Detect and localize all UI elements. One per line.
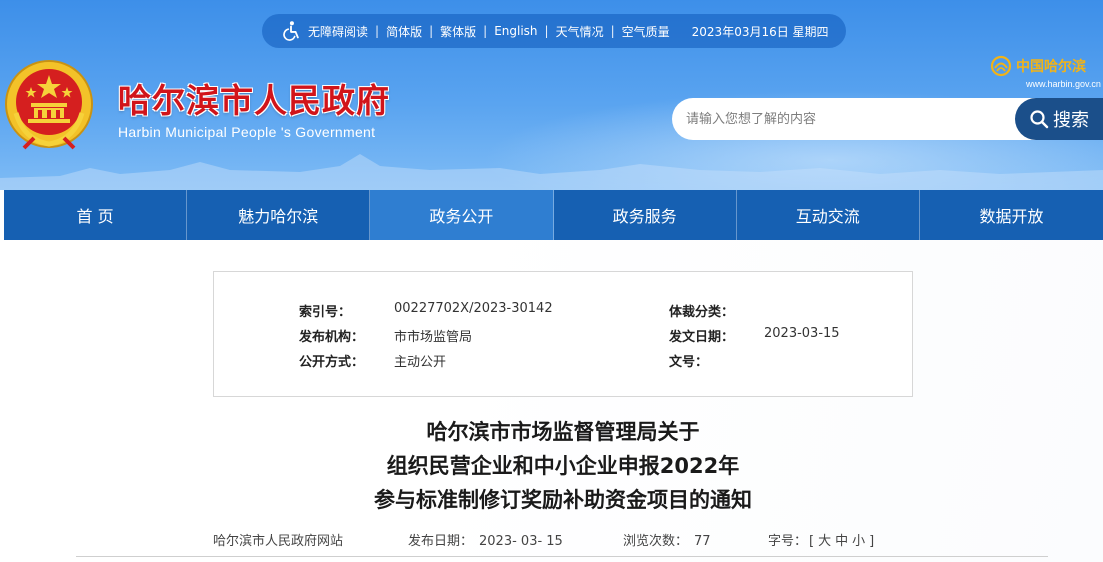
site-header: 无障碍阅读 | 简体版 | 繁体版 | English | 天气情况 | 空气质… <box>0 0 1103 190</box>
doc-date-label: 发文日期： <box>669 330 735 345</box>
harbin-brand-logo[interactable]: 中国哈尔滨 <box>990 55 1086 77</box>
topbar-separator: | <box>544 24 549 38</box>
topbar-accessibility-link[interactable]: 无障碍阅读 <box>308 23 368 40</box>
font-size-large[interactable]: 大 <box>818 534 831 549</box>
topbar-weather-link[interactable]: 天气情况 <box>556 23 604 40</box>
topbar-english-link[interactable]: English <box>494 24 537 38</box>
divider <box>76 556 1048 557</box>
nav-item-interaction[interactable]: 互动交流 <box>737 190 920 240</box>
publisher-value: 市市场监管局 <box>394 330 473 345</box>
view-count-value: 77 <box>694 534 711 549</box>
nav-item-charm-harbin[interactable]: 魅力哈尔滨 <box>187 190 371 240</box>
document-metadata-box: 索引号： 00227702X/2023-30142 体裁分类： 发布机构： 市市… <box>213 271 913 397</box>
topbar-separator: | <box>483 24 488 38</box>
brand-logo-text: 中国哈尔滨 <box>1016 59 1086 75</box>
font-size-bracket-open: [ <box>809 534 815 549</box>
site-title: 哈尔滨市人民政府 <box>118 81 390 120</box>
article-source: 哈尔滨市人民政府网站 <box>213 534 344 549</box>
view-count: 浏览次数： 77 <box>623 530 711 549</box>
brand-url: www.harbin.gov.cn <box>1026 79 1101 89</box>
topbar-separator: | <box>375 24 380 38</box>
index-no-label: 索引号： <box>299 305 352 320</box>
search-button[interactable]: 搜索 <box>1015 98 1103 140</box>
font-size-medium[interactable]: 中 <box>835 534 848 549</box>
nav-item-gov-services[interactable]: 政务服务 <box>554 190 737 240</box>
harbin-logo-icon <box>990 55 1012 77</box>
nav-item-open-data[interactable]: 数据开放 <box>920 190 1103 240</box>
font-size-label: 字号： <box>768 534 808 549</box>
nav-item-home[interactable]: 首 页 <box>4 190 188 240</box>
font-size-bracket-close: ] <box>869 534 875 549</box>
genre-label: 体裁分类： <box>669 305 735 320</box>
main-nav: 首 页 魅力哈尔滨 政务公开 政务服务 互动交流 数据开放 <box>4 190 1103 240</box>
article-title-line-2: 组织民营企业和中小企业申报2022年 <box>386 454 740 478</box>
city-skyline-decoration <box>0 154 1103 190</box>
topbar-traditional-link[interactable]: 繁体版 <box>440 23 476 40</box>
search-button-label: 搜索 <box>1053 110 1089 131</box>
search-icon <box>1030 110 1049 129</box>
article-title-line-1: 哈尔滨市市场监督管理局关于 <box>426 420 700 444</box>
search-input[interactable] <box>672 98 1017 140</box>
open-mode-label: 公开方式： <box>299 355 365 370</box>
article-title-line-3: 参与标准制修订奖励补助资金项目的通知 <box>374 488 752 512</box>
topbar-simplified-link[interactable]: 简体版 <box>386 23 422 40</box>
site-subtitle: Harbin Municipal People 's Government <box>118 124 376 140</box>
font-size-small[interactable]: 小 <box>852 534 865 549</box>
index-no-value: 00227702X/2023-30142 <box>394 301 553 316</box>
font-size-control: 字号：[大中小] <box>768 530 876 549</box>
publish-date-value: 2023- 03- 15 <box>479 534 563 549</box>
topbar-separator: | <box>610 24 615 38</box>
top-utility-bar: 无障碍阅读 | 简体版 | 繁体版 | English | 天气情况 | 空气质… <box>262 14 846 48</box>
view-count-label: 浏览次数： <box>623 534 689 549</box>
topbar-air-quality-link[interactable]: 空气质量 <box>622 23 670 40</box>
publish-date: 发布日期： 2023- 03- 15 <box>408 530 563 549</box>
accessibility-icon[interactable] <box>280 20 302 42</box>
open-mode-value: 主动公开 <box>394 355 447 370</box>
current-date: 2023年03月16日 星期四 <box>691 24 829 39</box>
doc-no-label: 文号： <box>669 355 709 370</box>
nav-item-gov-affairs-open[interactable]: 政务公开 <box>370 190 554 240</box>
doc-date-value: 2023-03-15 <box>764 326 840 341</box>
national-emblem-icon[interactable] <box>4 58 94 150</box>
publisher-label: 发布机构： <box>299 330 365 345</box>
publish-date-label: 发布日期： <box>408 534 474 549</box>
topbar-separator: | <box>429 24 434 38</box>
search-box: 搜索 <box>672 98 1103 140</box>
